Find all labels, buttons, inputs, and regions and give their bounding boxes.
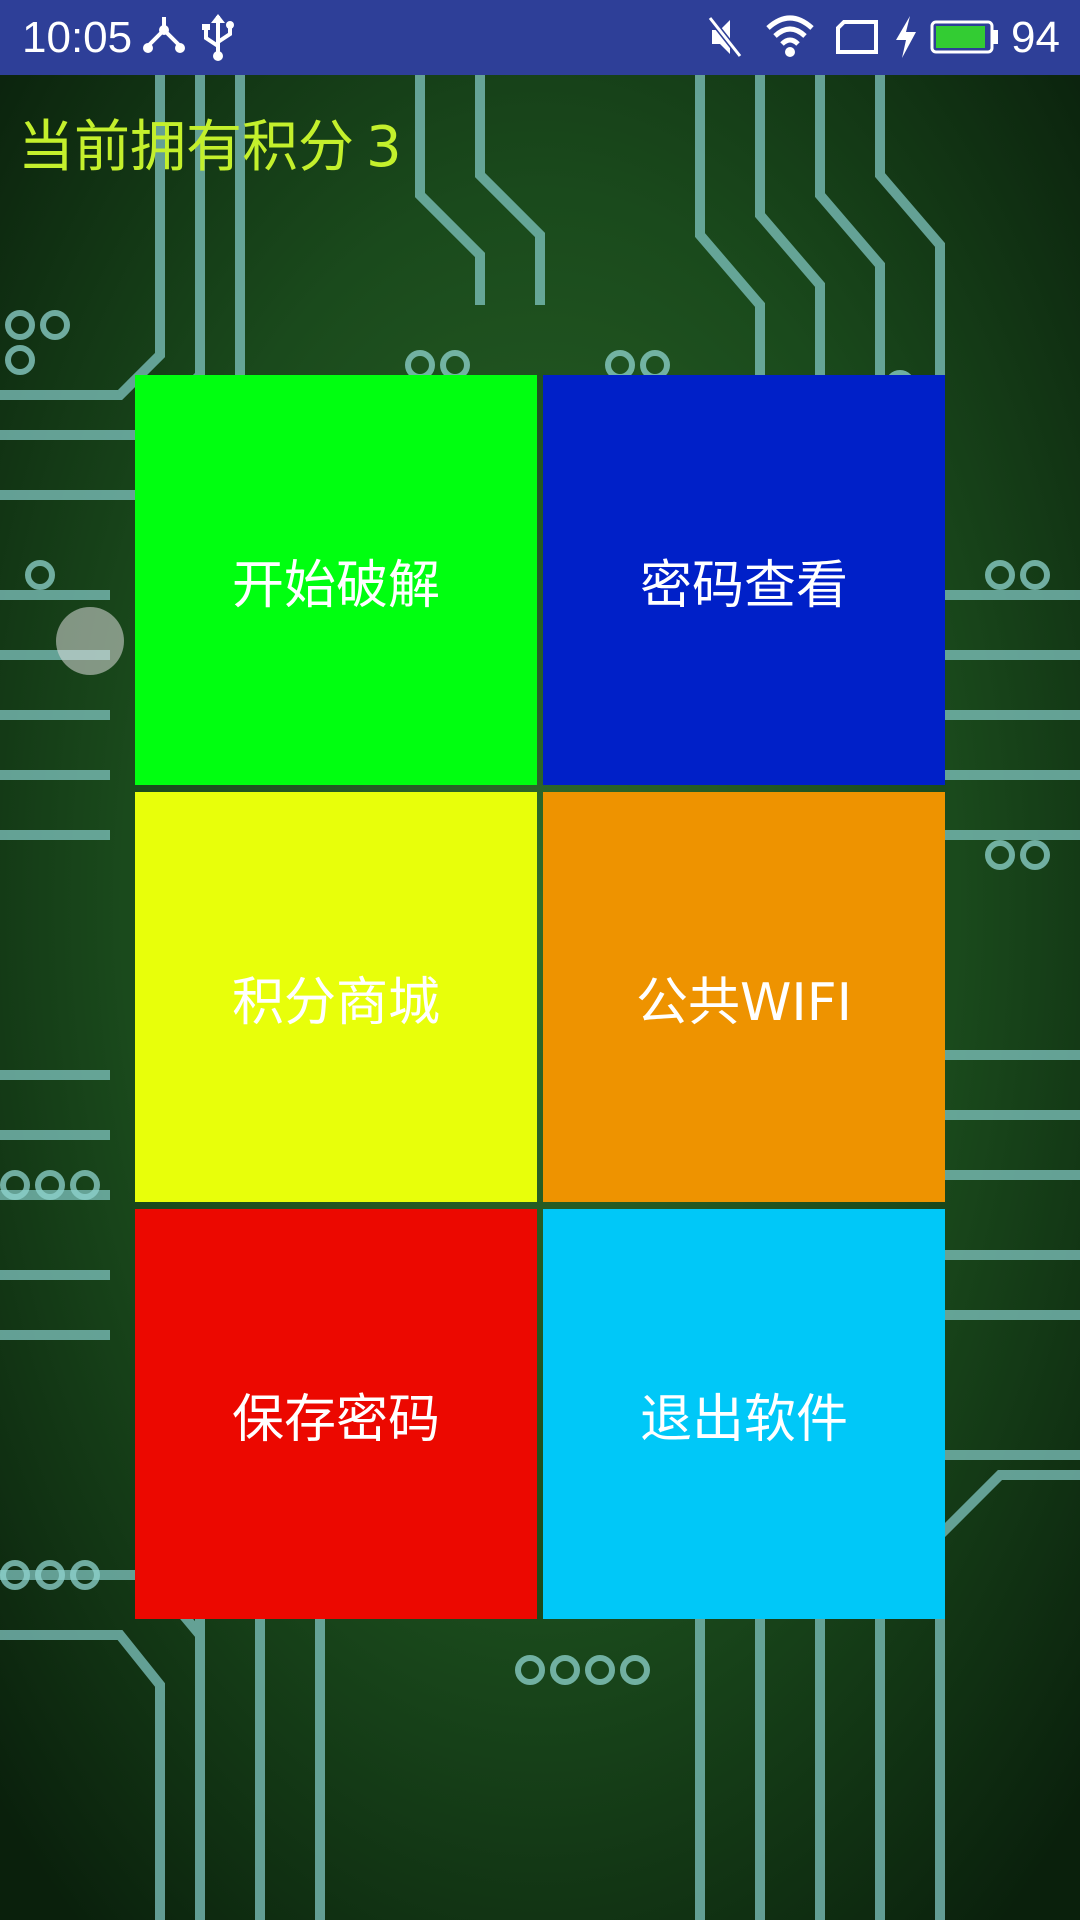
- tile-exit-app[interactable]: 退出软件: [543, 1209, 945, 1619]
- points-label: 当前拥有积分: [18, 115, 354, 180]
- tile-label: 积分商城: [231, 972, 440, 1033]
- app-screen: 10:05 94 当前拥有积分 3 开始破解 密码查看 积分商城 公共WIFI …: [0, 0, 1080, 1920]
- tile-label: 开始破解: [231, 555, 440, 616]
- status-bar: 10:05 94: [0, 0, 1080, 75]
- points-title: 当前拥有积分 3: [18, 108, 402, 188]
- tile-label: 退出软件: [639, 1389, 848, 1450]
- usb-icon: [202, 14, 234, 61]
- usb-tethering-icon: [143, 17, 185, 53]
- battery-level: 94: [1011, 13, 1060, 62]
- screen-icon: [836, 20, 878, 54]
- tile-label: 保存密码: [231, 1389, 440, 1450]
- points-value: 3: [366, 115, 402, 180]
- tile-start-crack[interactable]: 开始破解: [135, 375, 537, 785]
- tile-save-password[interactable]: 保存密码: [135, 1209, 537, 1619]
- floating-assist-button[interactable]: [56, 607, 124, 675]
- mute-icon: [707, 16, 743, 58]
- battery-icon: [930, 20, 998, 54]
- tile-view-passwords[interactable]: 密码查看: [543, 375, 945, 785]
- tile-label: 密码查看: [639, 555, 848, 616]
- tile-label: 公共WIFI: [636, 972, 852, 1033]
- wifi-icon: [766, 15, 814, 57]
- tile-public-wifi[interactable]: 公共WIFI: [543, 792, 945, 1202]
- status-time: 10:05: [22, 13, 133, 62]
- charging-icon: [896, 16, 916, 58]
- tile-points-mall[interactable]: 积分商城: [135, 792, 537, 1202]
